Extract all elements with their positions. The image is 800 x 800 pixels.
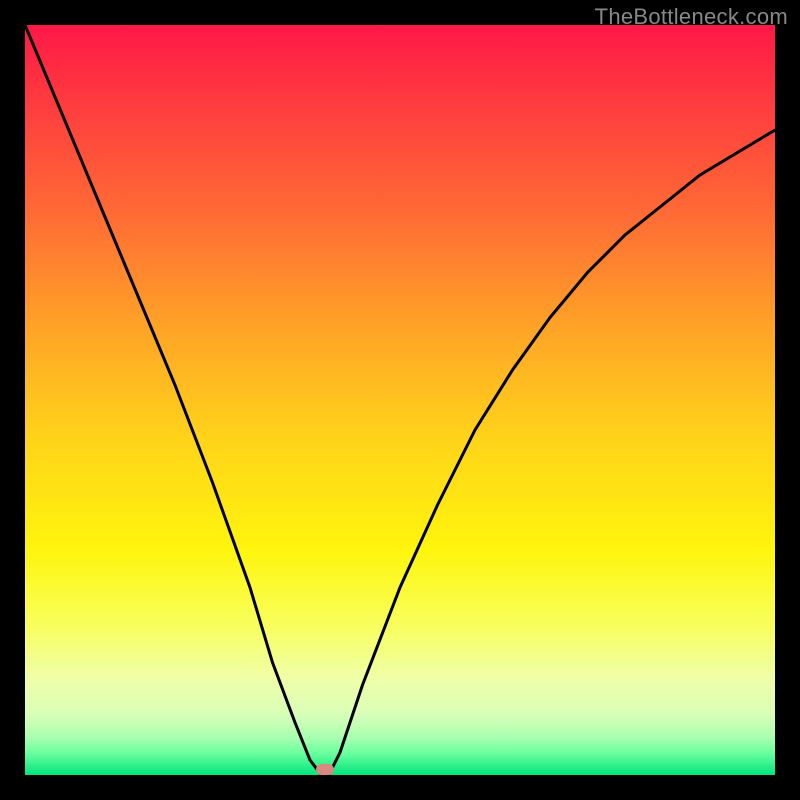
watermark-text: TheBottleneck.com [595,4,788,30]
curve-svg [25,25,775,775]
plot-area [25,25,775,775]
optimal-marker [316,764,334,775]
bottleneck-curve-path [25,25,775,775]
chart-container: TheBottleneck.com [0,0,800,800]
